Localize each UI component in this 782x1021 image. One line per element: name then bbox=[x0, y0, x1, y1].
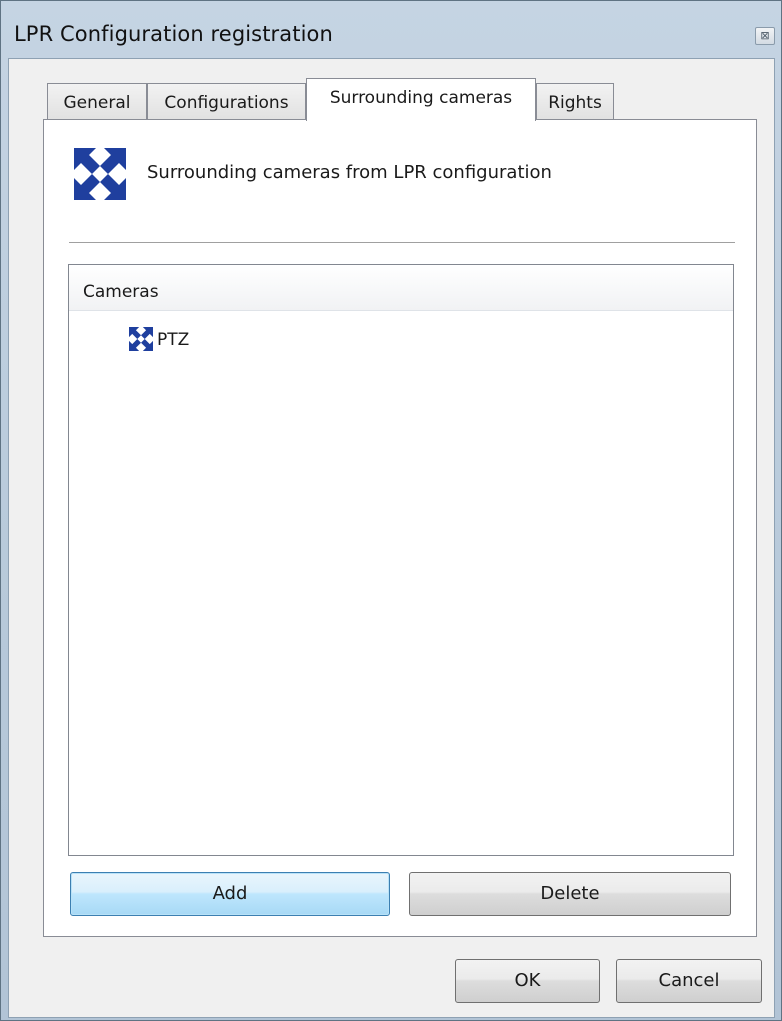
surrounding-cameras-panel: Surrounding cameras from LPR configurati… bbox=[43, 119, 757, 937]
tab-configurations-label: Configurations bbox=[164, 93, 289, 113]
tab-surrounding-cameras[interactable]: Surrounding cameras bbox=[306, 78, 536, 121]
window-title: LPR Configuration registration bbox=[14, 22, 333, 46]
cancel-button[interactable]: Cancel bbox=[616, 959, 762, 1003]
tab-general-label: General bbox=[63, 93, 131, 113]
list-item[interactable]: PTZ bbox=[129, 327, 329, 353]
separator-line bbox=[69, 242, 735, 244]
ptz-camera-icon bbox=[129, 327, 153, 351]
ok-button[interactable]: OK bbox=[455, 959, 600, 1003]
title-bar[interactable]: LPR Configuration registration ⊠ bbox=[1, 1, 781, 56]
tab-general[interactable]: General bbox=[47, 83, 147, 120]
tab-configurations[interactable]: Configurations bbox=[147, 83, 306, 120]
list-item-label: PTZ bbox=[157, 330, 190, 350]
dialog-client-area: General Configurations Surrounding camer… bbox=[8, 58, 775, 1018]
tab-rights-label: Rights bbox=[548, 93, 602, 113]
tab-surrounding-cameras-label: Surrounding cameras bbox=[329, 88, 513, 108]
close-button[interactable]: ⊠ bbox=[755, 27, 775, 45]
column-header-label: Cameras bbox=[83, 282, 159, 302]
cameras-list[interactable]: Cameras PTZ bbox=[68, 264, 734, 856]
delete-button[interactable]: Delete bbox=[409, 872, 731, 916]
tab-rights[interactable]: Rights bbox=[536, 83, 614, 120]
dialog-window: LPR Configuration registration ⊠ General… bbox=[0, 0, 782, 1021]
panel-description: Surrounding cameras from LPR configurati… bbox=[147, 162, 552, 183]
close-icon: ⊠ bbox=[760, 29, 770, 42]
camera-move-arrows-icon bbox=[74, 148, 126, 200]
add-button[interactable]: Add bbox=[70, 872, 390, 916]
column-header-cameras[interactable]: Cameras bbox=[69, 265, 733, 311]
